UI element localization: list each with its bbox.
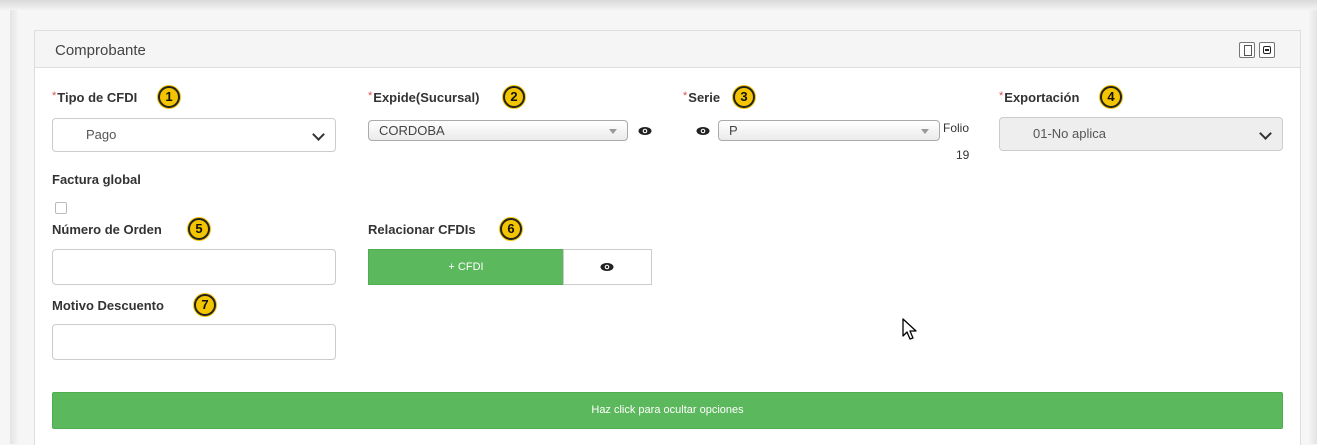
badge-6: 6 (500, 218, 522, 240)
minimize-icon[interactable] (1259, 42, 1275, 58)
serie-value: P (729, 123, 738, 138)
left-shadow (10, 10, 20, 444)
tipo-cfdi-label-text: Tipo de CFDI (57, 90, 138, 105)
folio-value: 19 (956, 148, 970, 162)
exportacion-value: 01-No aplica (1033, 126, 1106, 141)
chevron-down-icon (1259, 127, 1272, 140)
expide-select[interactable]: CORDOBA (368, 120, 628, 141)
motivo-descuento-input[interactable] (52, 324, 336, 360)
dropdown-arrow-icon (609, 129, 617, 134)
panel-header: Comprobante (35, 31, 1300, 68)
required-mark: * (368, 90, 373, 102)
top-shadow (0, 0, 1317, 10)
badge-7: 7 (194, 294, 216, 316)
toggle-options-button[interactable]: Haz click para ocultar opciones (52, 392, 1283, 429)
relacionar-label: Relacionar CFDIs (368, 222, 476, 237)
badge-1: 1 (158, 86, 180, 108)
exportacion-label: *Exportación (999, 90, 1079, 105)
badge-5: 5 (188, 218, 210, 240)
panel-title: Comprobante (55, 42, 146, 59)
badge-3: 3 (733, 86, 755, 108)
factura-global-checkbox[interactable] (55, 202, 67, 214)
add-cfdi-button[interactable]: + CFDI (368, 249, 564, 285)
numero-orden-input[interactable] (52, 249, 336, 285)
right-shadow (1307, 10, 1317, 444)
chevron-down-icon (312, 128, 325, 141)
tipo-cfdi-select[interactable]: Pago (52, 118, 336, 152)
numero-orden-label: Número de Orden (52, 222, 162, 237)
eye-icon[interactable] (638, 124, 652, 138)
expide-value: CORDOBA (379, 123, 445, 138)
tipo-cfdi-value: Pago (86, 127, 117, 142)
required-mark: * (52, 90, 57, 102)
exportacion-select[interactable]: 01-No aplica (999, 117, 1283, 151)
badge-4: 4 (1100, 86, 1122, 108)
tipo-cfdi-label: *Tipo de CFDI (52, 90, 137, 105)
motivo-descuento-label: Motivo Descuento (52, 298, 164, 313)
serie-select[interactable]: P (718, 120, 940, 141)
required-mark: * (683, 90, 688, 102)
expide-label: *Expide(Sucursal) (368, 90, 479, 105)
folio-label: Folio (943, 121, 970, 135)
serie-label: *Serie (683, 90, 720, 105)
expide-label-text: Expide(Sucursal) (373, 90, 480, 105)
required-mark: * (999, 90, 1004, 102)
badge-2: 2 (503, 86, 525, 108)
dropdown-arrow-icon (921, 129, 929, 134)
document-icon[interactable] (1239, 42, 1255, 58)
serie-label-text: Serie (688, 90, 721, 105)
eye-icon (600, 263, 614, 271)
exportacion-label-text: Exportación (1004, 90, 1080, 105)
eye-icon[interactable] (696, 124, 710, 138)
view-cfdi-button[interactable] (563, 249, 652, 285)
cursor-icon (902, 318, 917, 340)
factura-global-label: Factura global (52, 172, 141, 187)
